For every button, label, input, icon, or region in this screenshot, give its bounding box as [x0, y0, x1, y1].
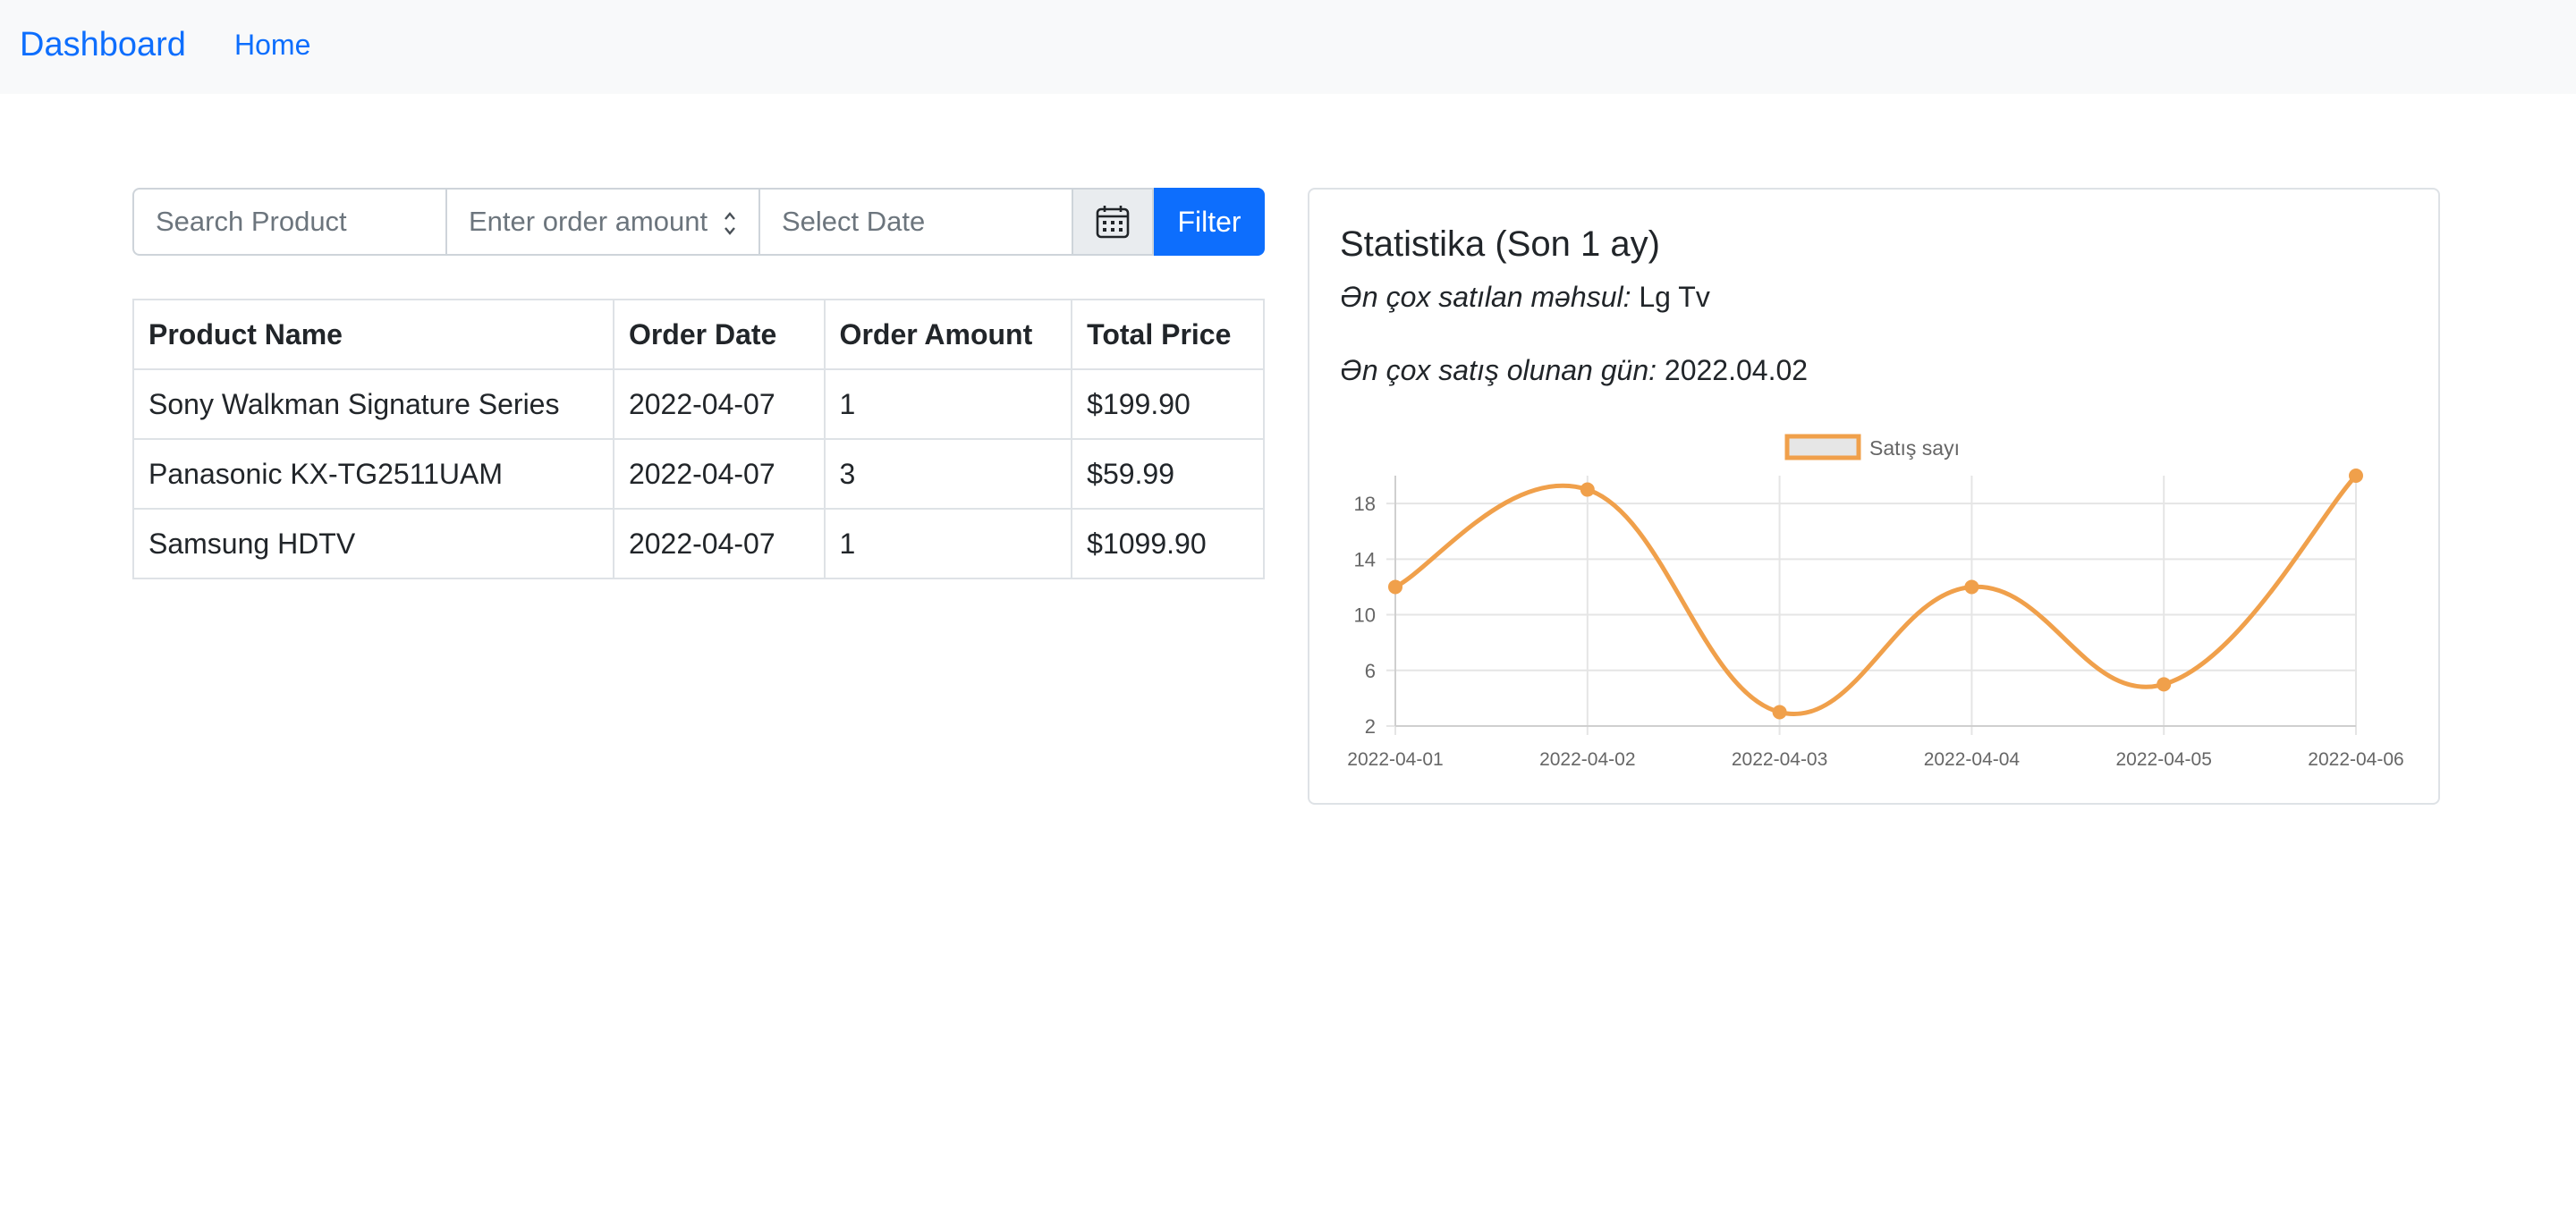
x-tick-label: 2022-04-05: [2115, 749, 2211, 770]
y-tick-label: 10: [1354, 604, 1376, 627]
data-point: [2157, 677, 2172, 692]
order-amount-placeholder: Enter order amount: [469, 206, 708, 237]
x-tick-label: 2022-04-01: [1347, 749, 1443, 770]
column-header-order-amount: Order Amount: [823, 299, 1073, 370]
order-amount-input[interactable]: Enter order amount: [445, 188, 760, 256]
table-header-row: Product Name Order Date Order Amount Tot…: [132, 299, 1265, 370]
filter-button[interactable]: Filter: [1154, 188, 1265, 256]
orders-table: Product Name Order Date Order Amount Tot…: [132, 299, 1265, 579]
table-row: Sony Walkman Signature Series 2022-04-07…: [132, 368, 1265, 440]
order-amount-cell: 1: [823, 508, 1073, 579]
x-tick-label: 2022-04-02: [1539, 749, 1635, 770]
legend-swatch: [1784, 434, 1861, 460]
column-header-total-price: Total Price: [1071, 299, 1265, 370]
filter-bar: Search Product Enter order amount Select…: [132, 188, 1265, 256]
data-point: [1580, 482, 1595, 497]
search-product-input[interactable]: Search Product: [132, 188, 447, 256]
legend-label: Satış sayı: [1869, 436, 1960, 460]
nav-home-link[interactable]: Home: [234, 27, 310, 63]
navbar: Dashboard Home: [0, 0, 2576, 94]
series-line: [1394, 474, 2358, 716]
updown-arrows-icon: [724, 212, 735, 235]
number-spinner[interactable]: [723, 207, 737, 240]
column-header-order-date: Order Date: [612, 299, 826, 370]
order-amount-cell: 1: [823, 368, 1073, 440]
select-date-input[interactable]: Select Date: [758, 188, 1073, 256]
table-row: Panasonic KX-TG2511UAM 2022-04-07 3 $59.…: [132, 438, 1265, 510]
statistics-card: Statistika (Son 1 ay) Ən çox satılan məh…: [1308, 188, 2440, 805]
y-tick-label: 14: [1354, 548, 1376, 570]
brand-link[interactable]: Dashboard: [20, 23, 186, 66]
data-point: [1964, 579, 1979, 595]
data-point: [2349, 469, 2363, 483]
data-point: [1772, 705, 1787, 720]
sales-line-chart: 2 6 10 14 18 2022-04-01 2022-04-02 2022-04-03 20…: [1347, 434, 2404, 770]
order-date-cell: 2022-04-07: [612, 508, 826, 579]
calendar-icon: [1096, 206, 1130, 239]
y-tick-label: 18: [1354, 493, 1376, 515]
column-header-product-name: Product Name: [132, 299, 614, 370]
total-price-cell: $1099.90: [1071, 508, 1265, 579]
y-tick-label: 2: [1365, 715, 1376, 738]
product-name-cell: Panasonic KX-TG2511UAM: [132, 438, 614, 510]
total-price-cell: $199.90: [1071, 368, 1265, 440]
x-tick-label: 2022-04-06: [2308, 749, 2403, 770]
order-amount-cell: 3: [823, 438, 1073, 510]
data-point: [1388, 579, 1402, 595]
table-row: Samsung HDTV 2022-04-07 1 $1099.90: [132, 508, 1265, 579]
x-tick-label: 2022-04-03: [1732, 749, 1827, 770]
product-name-cell: Samsung HDTV: [132, 508, 614, 579]
order-date-cell: 2022-04-07: [612, 438, 826, 510]
total-price-cell: $59.99: [1071, 438, 1265, 510]
date-picker-button[interactable]: [1072, 188, 1154, 256]
y-tick-label: 6: [1365, 660, 1376, 682]
product-name-cell: Sony Walkman Signature Series: [132, 368, 614, 440]
order-date-cell: 2022-04-07: [612, 368, 826, 440]
x-tick-label: 2022-04-04: [1924, 749, 2021, 770]
